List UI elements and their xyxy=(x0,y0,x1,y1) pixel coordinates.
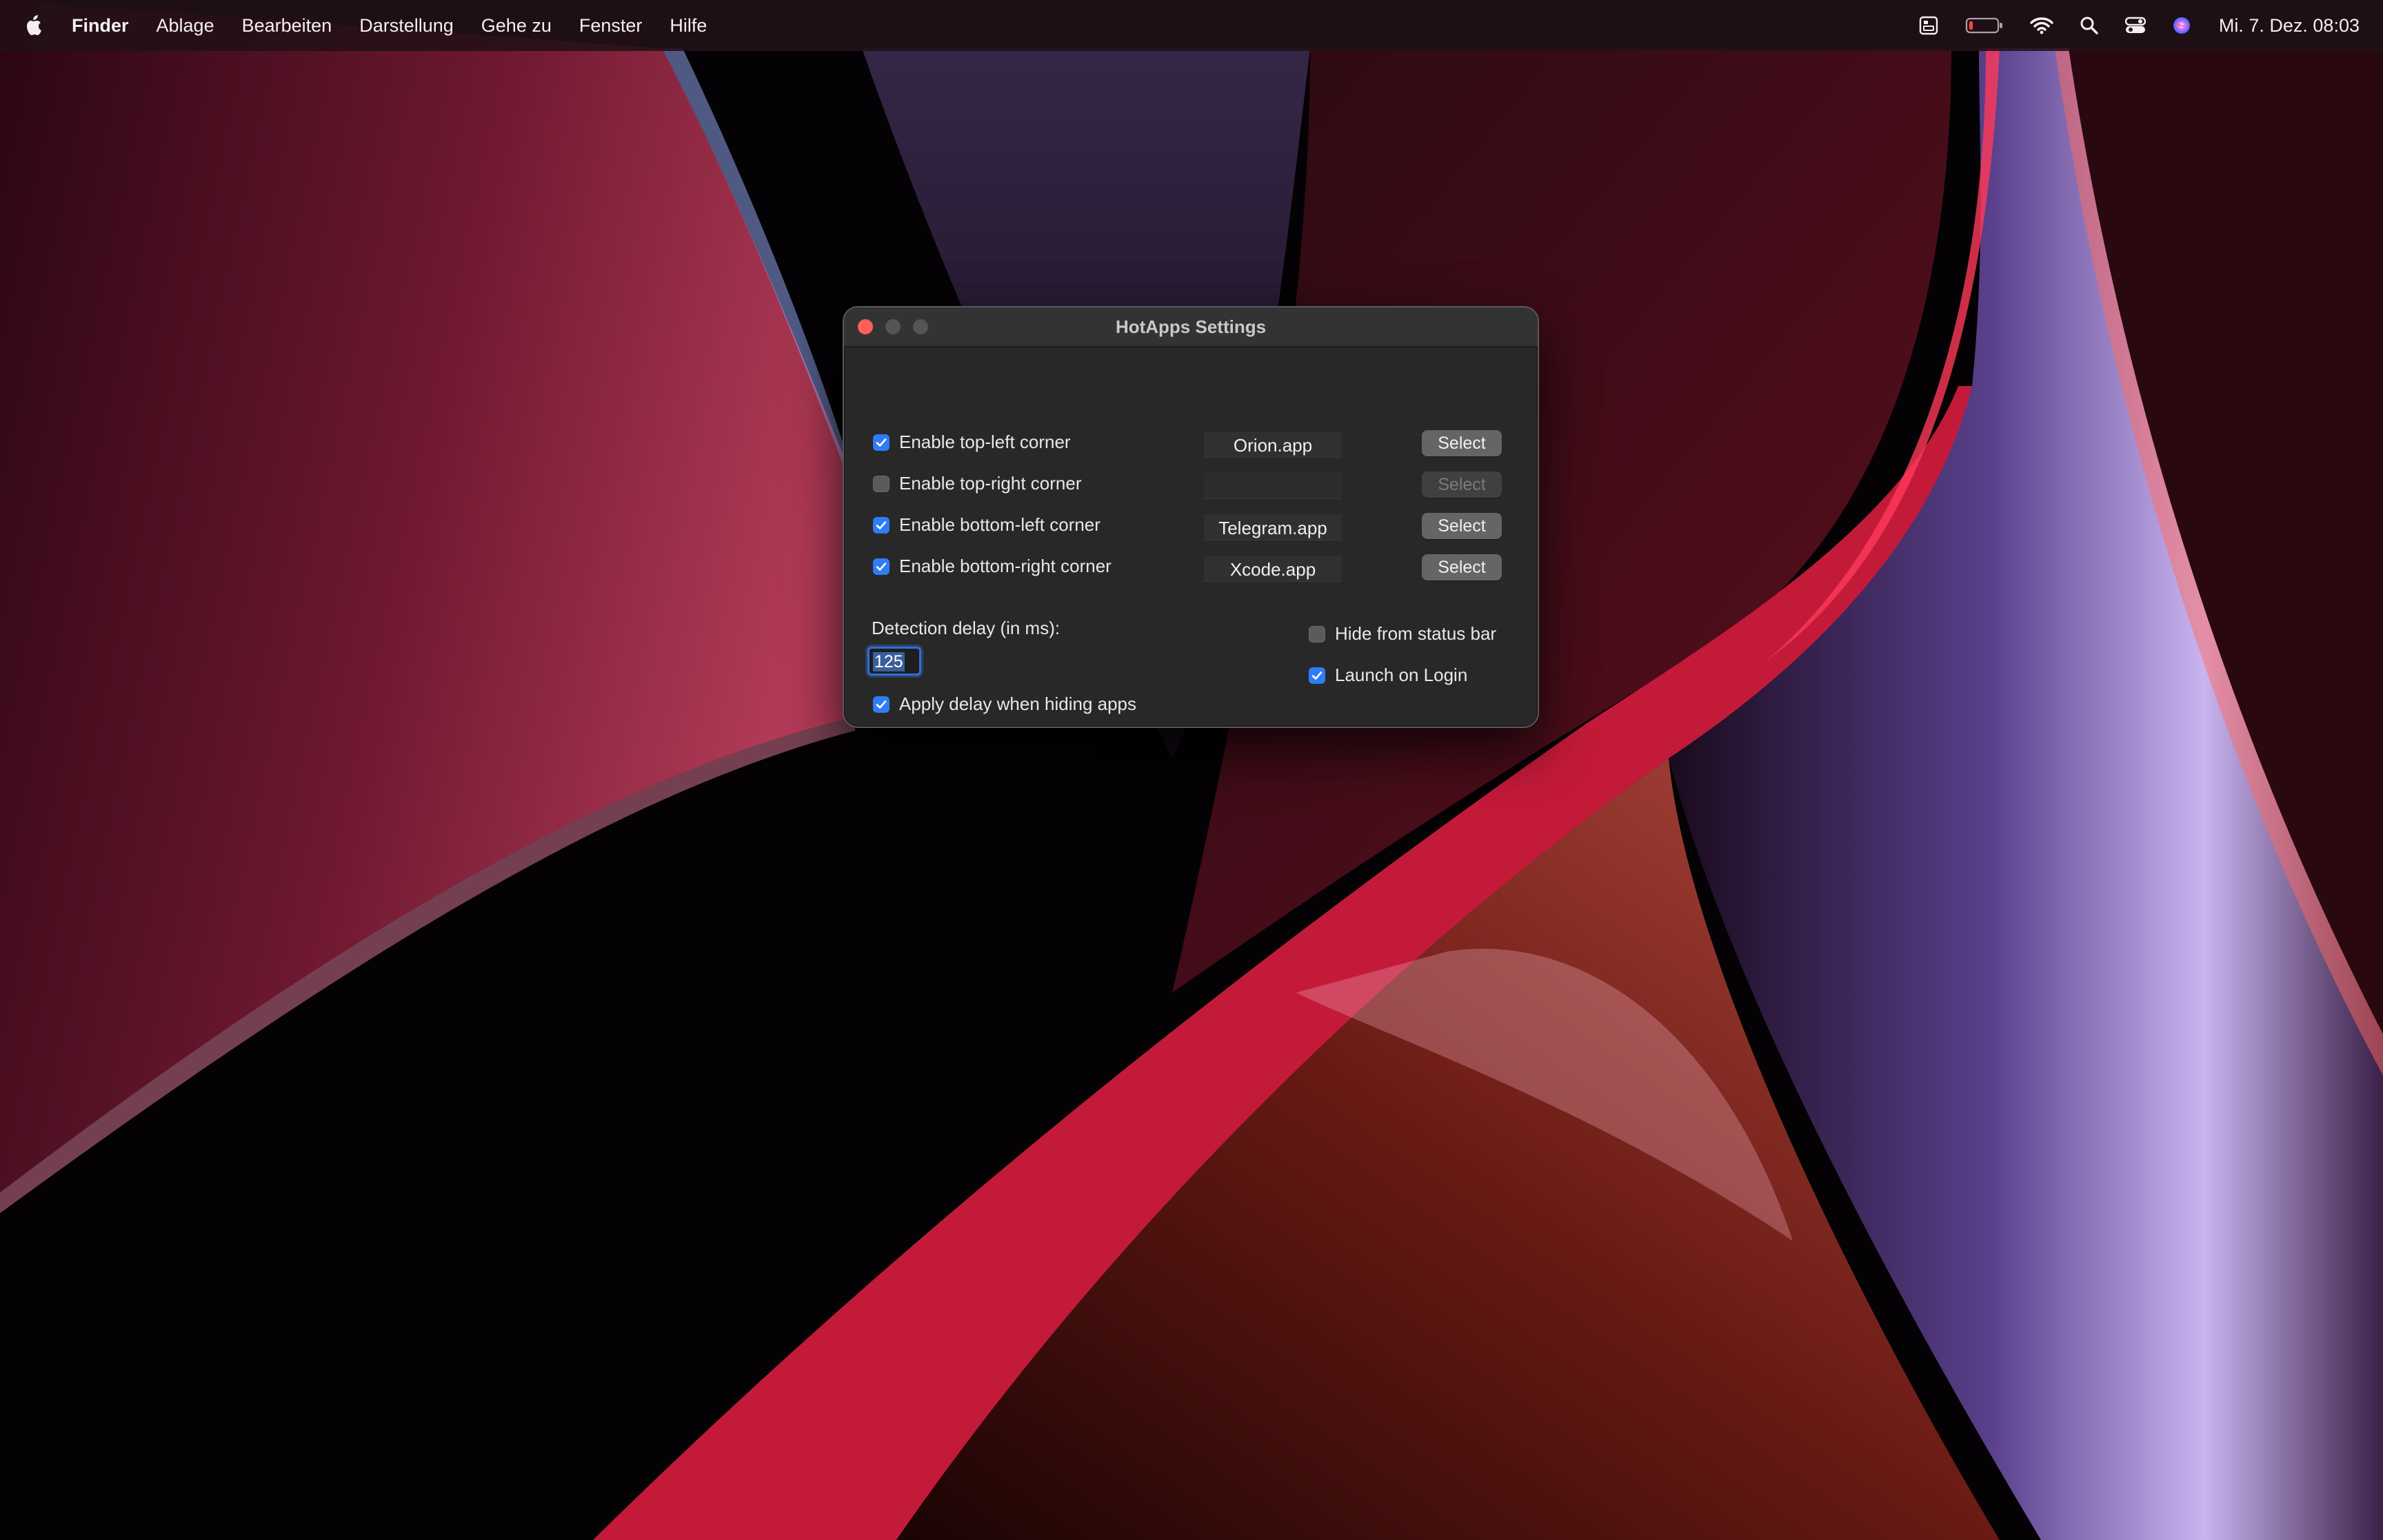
bottom-left-corner-checkbox[interactable] xyxy=(873,517,889,534)
hide-status-bar-label: Hide from status bar xyxy=(1335,623,1497,644)
top-right-corner-label: Enable top-right corner xyxy=(899,473,1082,494)
menu-fenster[interactable]: Fenster xyxy=(579,15,643,37)
top-left-select-button[interactable]: Select xyxy=(1422,430,1502,456)
detection-delay-label: Detection delay (in ms): xyxy=(872,618,1060,638)
hotapps-settings-window: HotApps Settings Enable top-left corner … xyxy=(843,306,1539,728)
menu-darstellung[interactable]: Darstellung xyxy=(359,15,454,37)
top-right-app-field xyxy=(1204,473,1342,499)
top-left-corner-checkbox[interactable] xyxy=(873,434,889,451)
detection-delay-input[interactable]: 125 xyxy=(867,647,921,676)
bottom-left-corner-label: Enable bottom-left corner xyxy=(899,514,1100,535)
apple-logo-icon[interactable] xyxy=(25,13,47,38)
control-center-icon[interactable] xyxy=(2124,17,2146,34)
menu-ablage[interactable]: Ablage xyxy=(157,15,214,37)
desktop-wallpaper xyxy=(0,0,2383,1540)
bottom-left-app-field: Telegram.app xyxy=(1204,514,1342,540)
stage-manager-icon[interactable] xyxy=(1918,15,1939,36)
window-titlebar[interactable]: HotApps Settings xyxy=(844,307,1538,347)
menu-bar-status-area: Mi. 7. Dez. 08:03 xyxy=(1892,0,2360,51)
bottom-right-corner-label: Enable bottom-right corner xyxy=(899,556,1112,576)
menu-hilfe[interactable]: Hilfe xyxy=(670,15,707,37)
spotlight-icon[interactable] xyxy=(2080,16,2099,35)
top-left-app-field: Orion.app xyxy=(1204,432,1342,458)
bottom-left-select-button[interactable]: Select xyxy=(1422,513,1502,539)
hide-status-bar-checkbox[interactable] xyxy=(1309,626,1325,642)
menu-app-finder[interactable]: Finder xyxy=(72,15,129,37)
bottom-right-select-button[interactable]: Select xyxy=(1422,554,1502,580)
menu-bar-clock[interactable]: Mi. 7. Dez. 08:03 xyxy=(2219,15,2360,37)
bottom-right-app-field: Xcode.app xyxy=(1204,556,1342,582)
top-right-select-button: Select xyxy=(1422,472,1502,498)
siri-icon[interactable] xyxy=(2172,16,2191,35)
menu-bar: Finder Ablage Bearbeiten Darstellung Geh… xyxy=(0,0,2383,51)
launch-on-login-checkbox[interactable] xyxy=(1309,667,1325,684)
bottom-right-corner-checkbox[interactable] xyxy=(873,558,889,575)
menu-gehe-zu[interactable]: Gehe zu xyxy=(481,15,552,37)
launch-on-login-label: Launch on Login xyxy=(1335,665,1468,685)
battery-icon[interactable] xyxy=(1965,17,2004,34)
wifi-icon[interactable] xyxy=(2030,17,2053,34)
top-right-corner-checkbox[interactable] xyxy=(873,476,889,492)
apply-delay-label: Apply delay when hiding apps xyxy=(899,693,1137,714)
top-left-corner-label: Enable top-left corner xyxy=(899,432,1071,452)
settings-content: Enable top-left corner Orion.app Select … xyxy=(844,346,1538,727)
window-title: HotApps Settings xyxy=(1115,316,1267,337)
apply-delay-checkbox[interactable] xyxy=(873,696,889,713)
menu-bearbeiten[interactable]: Bearbeiten xyxy=(242,15,332,37)
detection-delay-value: 125 xyxy=(873,652,905,671)
